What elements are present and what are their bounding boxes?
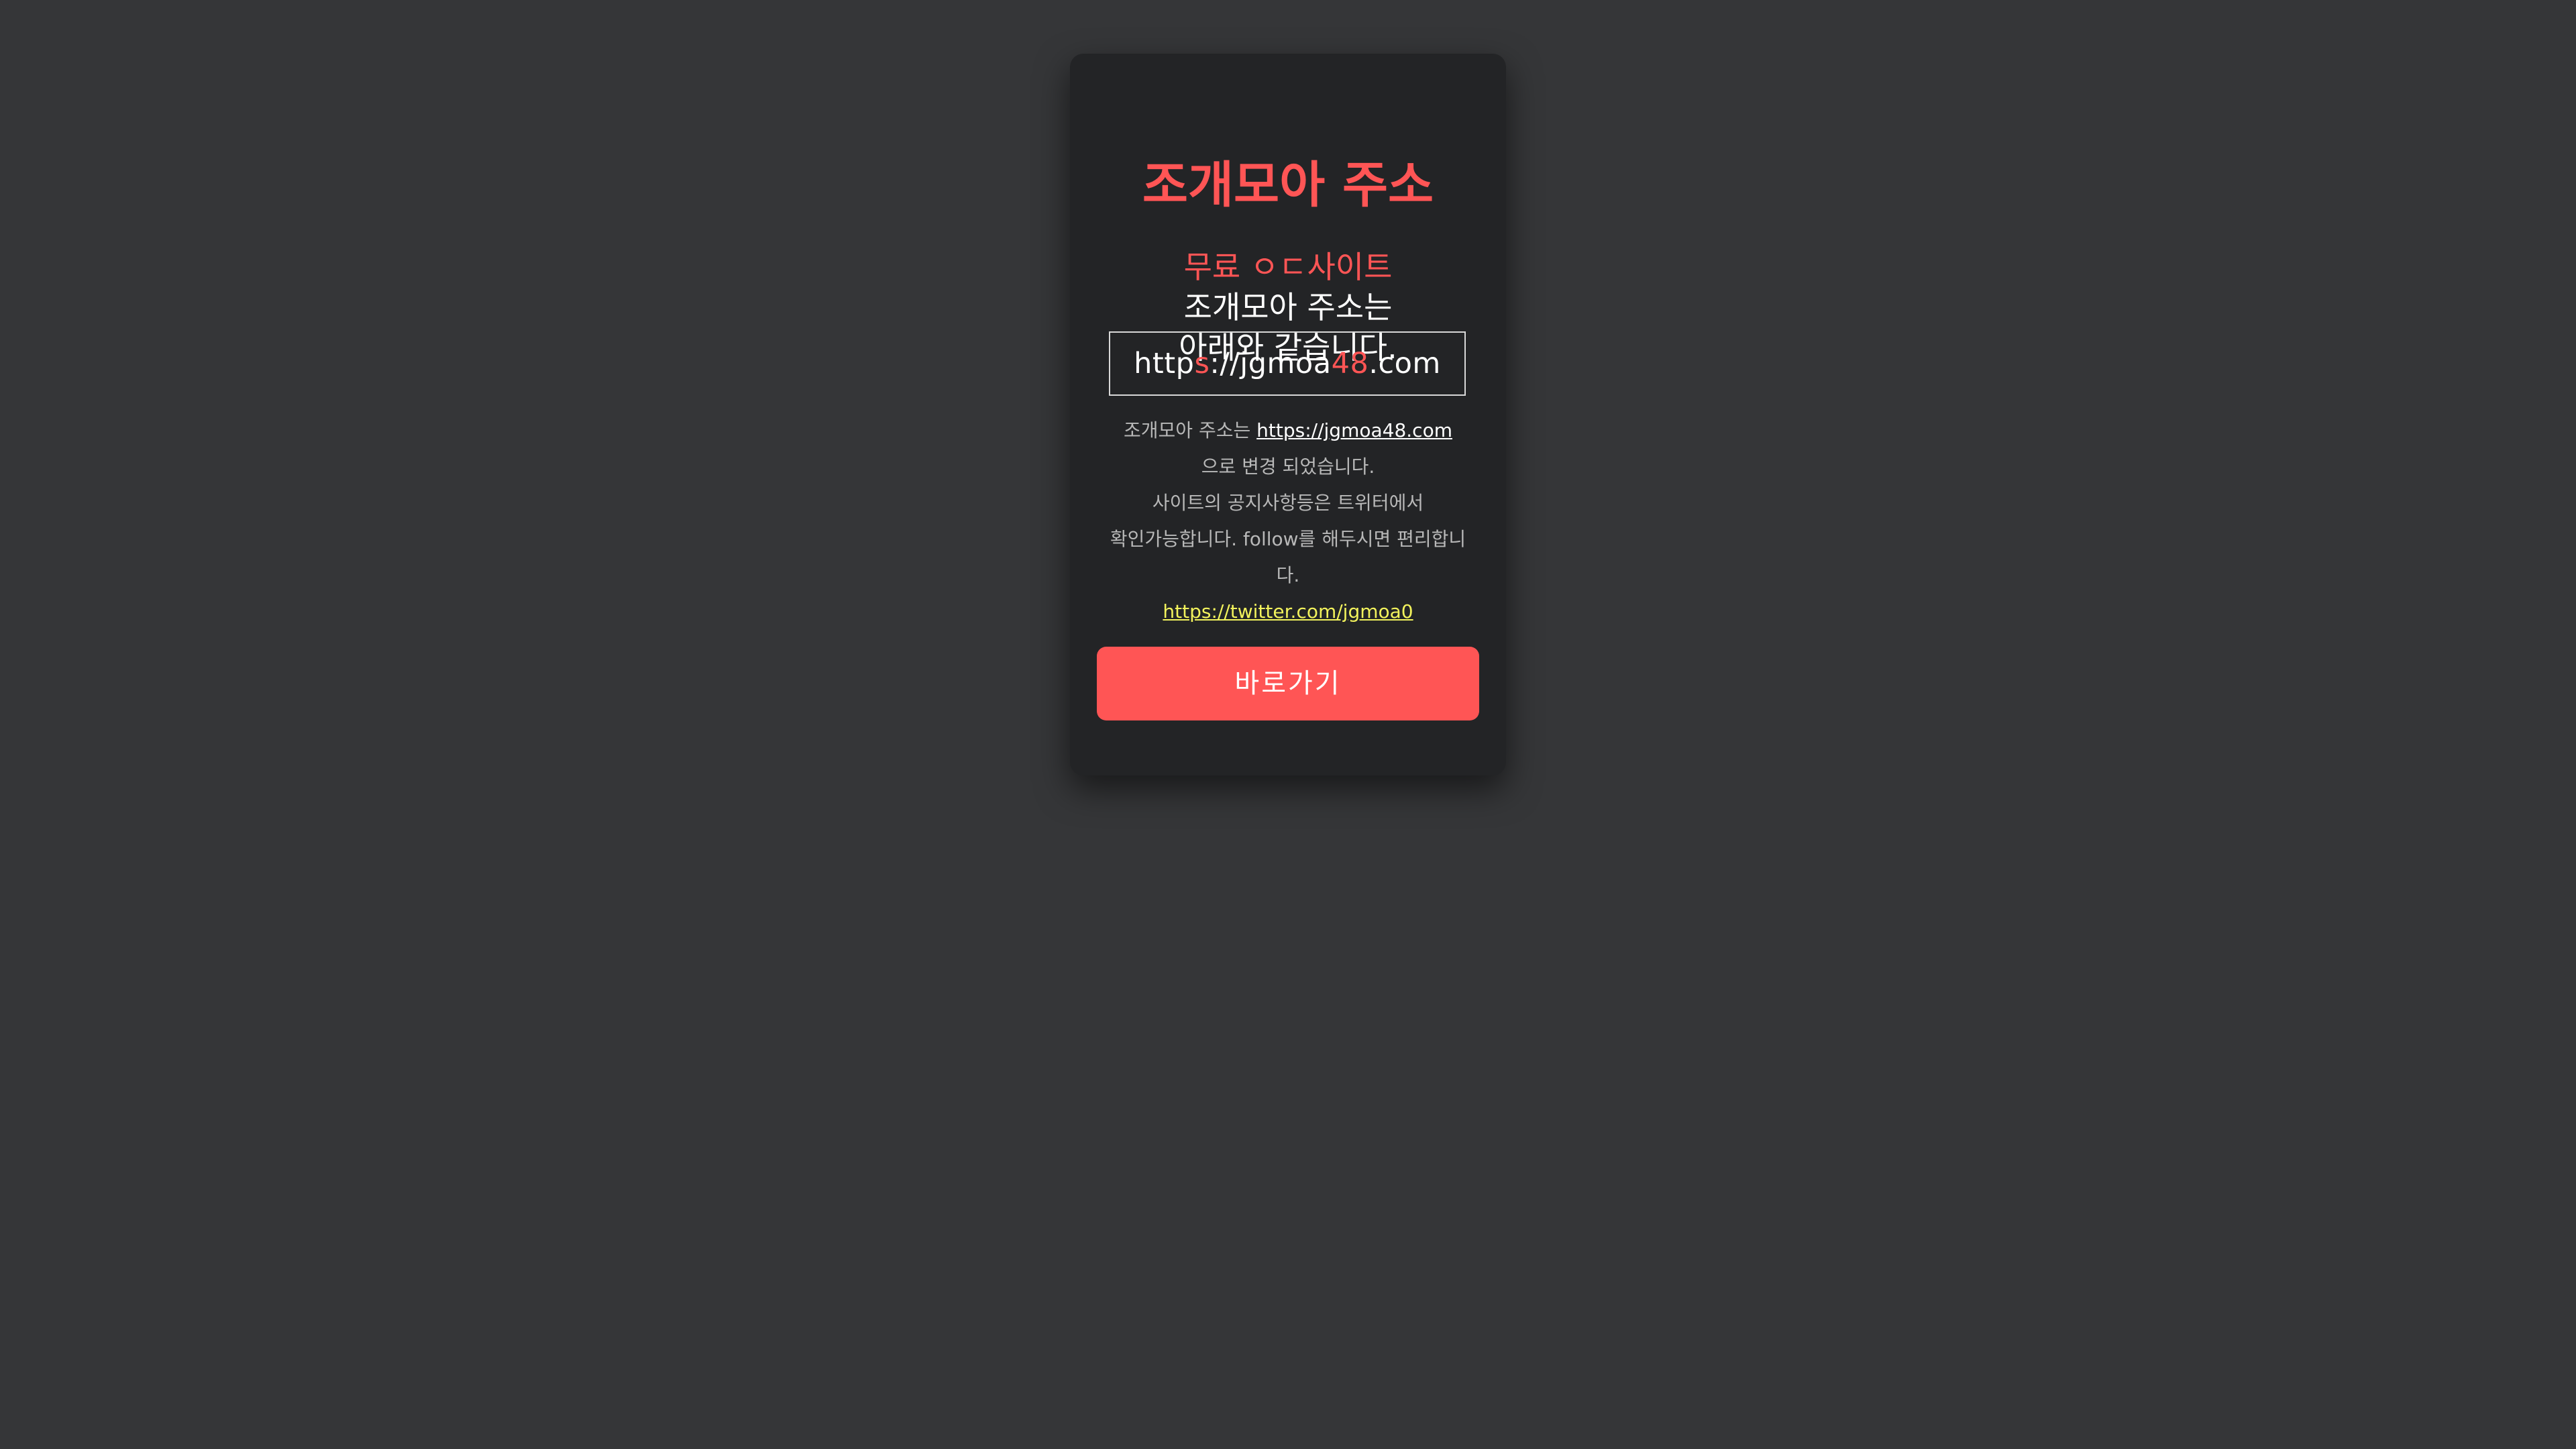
address-part-3: ://jgmoa <box>1210 347 1332 380</box>
page-title: 조개모아 주소 <box>1142 156 1434 214</box>
info-line-6: https://twitter.com/jgmoa0 <box>1097 594 1479 630</box>
info-line-1: 조개모아 주소는 https://jgmoa48.com <box>1097 413 1479 449</box>
info-line-2: 으로 변경 되었습니다. <box>1201 455 1375 478</box>
address-part-5: .com <box>1368 347 1441 380</box>
info-text: 조개모아 주소는 https://jgmoa48.com 으로 변경 되었습니다… <box>1097 413 1479 630</box>
info-line-5: 다. <box>1276 564 1300 586</box>
address-part-4: 48 <box>1331 347 1369 380</box>
address-part-1: http <box>1134 347 1195 380</box>
address-card: 조개모아 주소 무료 ㅇㄷ사이트 조개모아 주소는 아래와 같습니다. http… <box>1070 54 1506 775</box>
subtitle-line-1: 무료 ㅇㄷ사이트 <box>1183 249 1393 285</box>
twitter-link[interactable]: https://twitter.com/jgmoa0 <box>1163 600 1413 623</box>
info-line-4: 확인가능합니다. follow를 해두시면 편리합니 <box>1110 528 1466 550</box>
info-prefix: 조개모아 주소는 <box>1124 419 1257 441</box>
go-button[interactable]: 바로가기 <box>1097 647 1479 720</box>
subtitle-line-2: 조개모아 주소는 <box>1183 289 1393 325</box>
address-part-2: s <box>1194 347 1210 380</box>
info-line-3: 사이트의 공지사항등은 트위터에서 <box>1152 492 1424 514</box>
address-box: https://jgmoa48.com <box>1109 331 1466 396</box>
new-address-link[interactable]: https://jgmoa48.com <box>1256 419 1452 441</box>
